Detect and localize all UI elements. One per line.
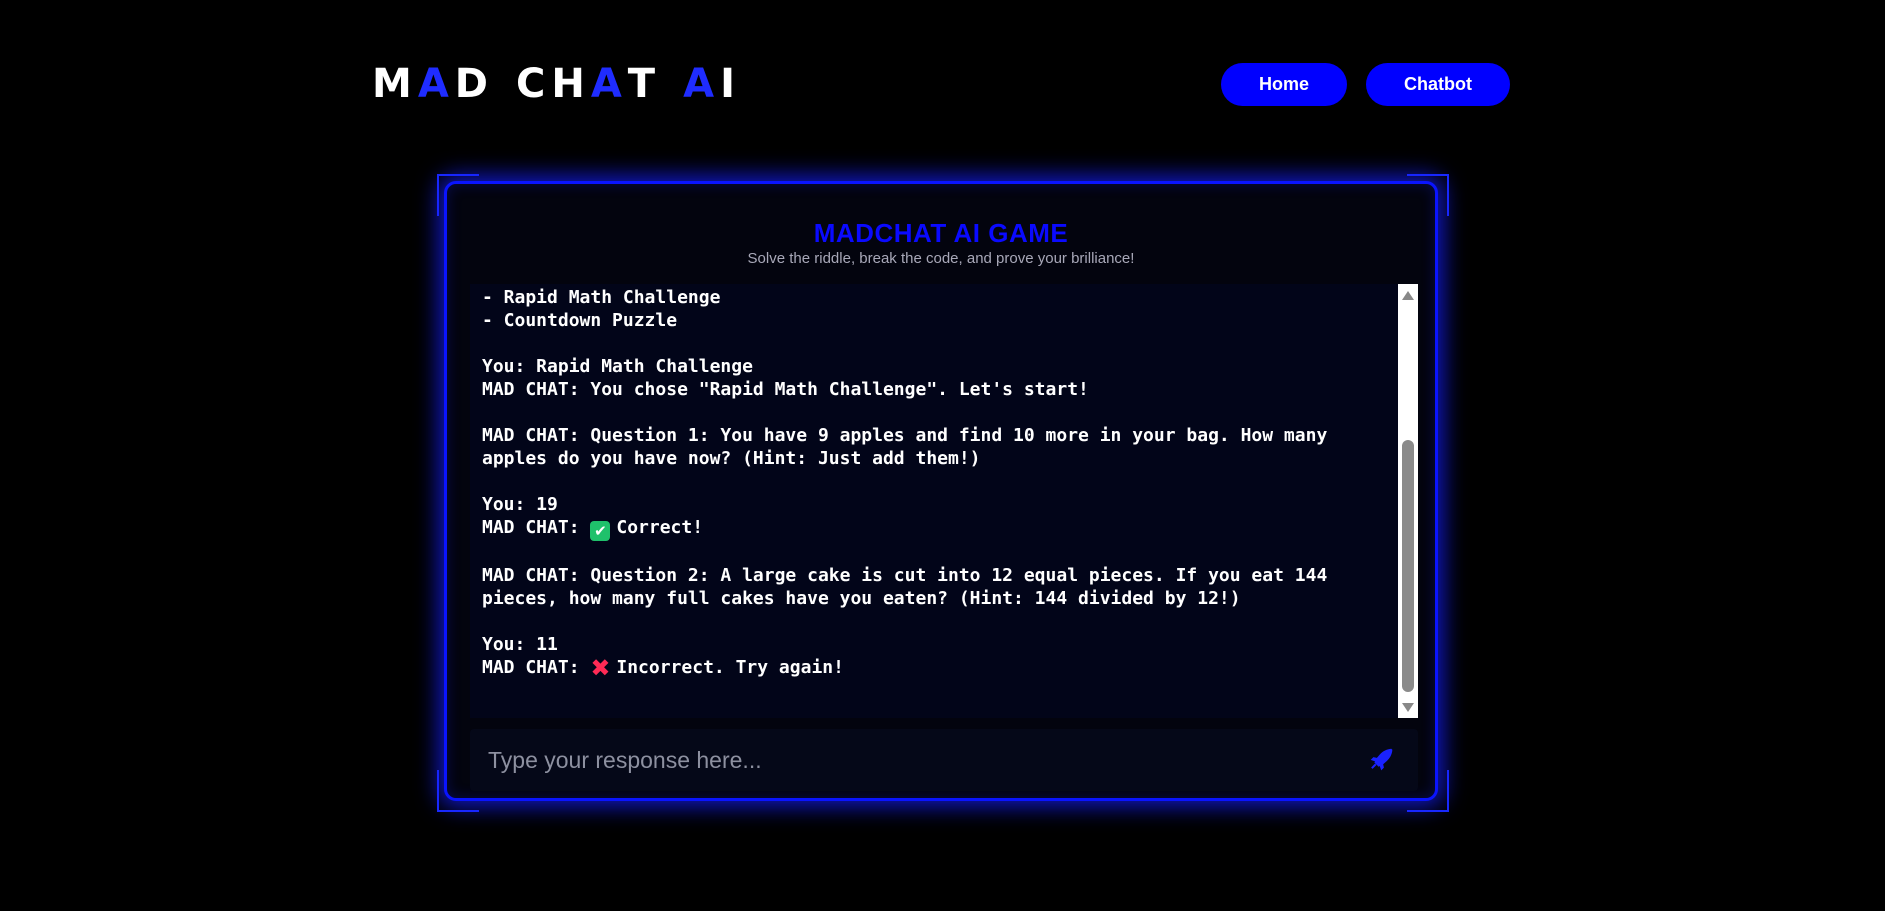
logo-letter: A (590, 61, 628, 107)
nav-chatbot-button[interactable]: Chatbot (1366, 63, 1510, 106)
logo-letter: C (515, 61, 552, 107)
chat-spacer (482, 541, 1382, 564)
chat-messages: - Rapid Math Challenge - Countdown Puzzle… (482, 286, 1382, 682)
chat-spacer (482, 401, 1382, 424)
chat-message: MAD CHAT: Question 2: A large cake is cu… (482, 564, 1382, 610)
logo-letter: M (372, 61, 418, 107)
chat-text: - Countdown Puzzle (482, 310, 678, 331)
chat-sender: MAD CHAT: (482, 517, 591, 538)
game-title: MADCHAT AI GAME (813, 218, 1069, 248)
logo-letter: D (454, 61, 494, 107)
logo-letter: A (683, 61, 721, 107)
cross-mark-icon: ✖ (590, 654, 611, 682)
scroll-down-arrow-icon[interactable] (1398, 698, 1418, 716)
chat-text: You: Rapid Math Challenge (482, 356, 753, 377)
response-input[interactable] (470, 729, 1356, 791)
nav-home-button[interactable]: Home (1221, 63, 1348, 106)
scroll-up-arrow-icon[interactable] (1398, 286, 1418, 304)
top-nav: Home Chatbot (1221, 63, 1510, 106)
logo-letter: I (720, 61, 741, 107)
chat-message: You: Rapid Math Challenge (482, 355, 1382, 378)
check-mark-icon: ✔ (590, 521, 611, 541)
chat-spacer (482, 610, 1382, 633)
chat-sender: MAD CHAT: (482, 657, 591, 678)
logo-letter: A (417, 61, 455, 107)
response-input-row (470, 729, 1418, 791)
logo-letter: H (551, 61, 591, 107)
chat-text: You: 11 (482, 634, 558, 655)
game-subtitle: Solve the riddle, break the code, and pr… (747, 250, 1135, 267)
chat-spacer (482, 470, 1382, 493)
chat-message: MAD CHAT: ✔ Correct! (482, 516, 1382, 541)
chat-message: You: 19 (482, 493, 1382, 516)
game-panel: MADCHAT AI GAME Solve the riddle, break … (444, 181, 1438, 801)
chat-text: MAD CHAT: You chose "Rapid Math Challeng… (482, 379, 1089, 400)
chat-spacer (482, 332, 1382, 355)
chat-text: Incorrect. Try again! (616, 657, 844, 678)
rocket-icon (1368, 746, 1394, 775)
chat-text: - Rapid Math Challenge (482, 287, 721, 308)
chat-text: MAD CHAT: Question 2: A large cake is cu… (482, 565, 1339, 609)
chat-message: - Rapid Math Challenge (482, 286, 1382, 309)
chat-log[interactable]: - Rapid Math Challenge - Countdown Puzzle… (470, 284, 1418, 718)
chat-message: You: 11 (482, 633, 1382, 656)
brand-logo: MADCHATAI (372, 61, 741, 107)
send-button[interactable] (1356, 735, 1406, 785)
page: MADCHATAI Home Chatbot MADCHAT AI GAME S… (0, 0, 1885, 911)
logo-letter: T (627, 61, 662, 107)
chat-message: MAD CHAT: Question 1: You have 9 apples … (482, 424, 1382, 470)
chat-message: MAD CHAT: ✖ Incorrect. Try again! (482, 654, 1382, 682)
chat-scrollbar[interactable] (1398, 284, 1418, 718)
chat-text: Correct! (616, 517, 704, 538)
chat-message: - Countdown Puzzle (482, 309, 1382, 332)
chat-text: MAD CHAT: Question 1: You have 9 apples … (482, 425, 1339, 469)
chat-message: MAD CHAT: You chose "Rapid Math Challeng… (482, 378, 1382, 401)
game-panel-frame: MADCHAT AI GAME Solve the riddle, break … (437, 174, 1449, 812)
scroll-thumb[interactable] (1402, 440, 1414, 692)
chat-text: You: 19 (482, 494, 558, 515)
